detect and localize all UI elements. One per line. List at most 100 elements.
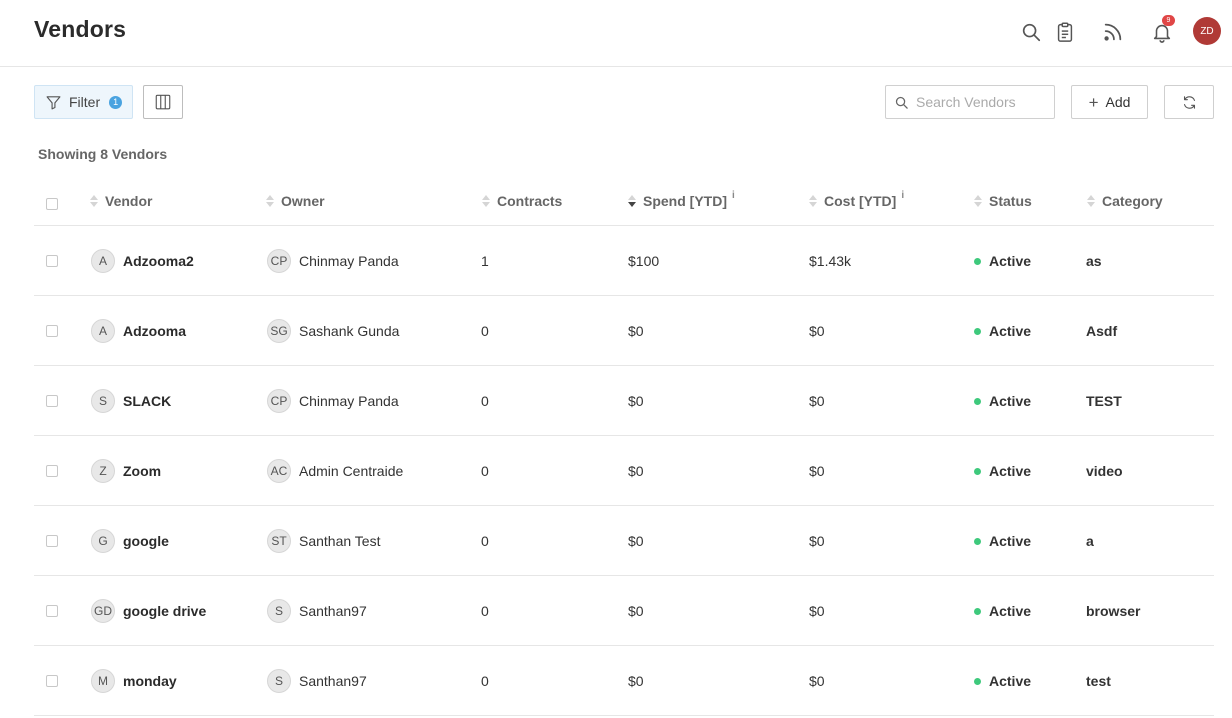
status-text: Active <box>989 323 1032 339</box>
clipboard-icon[interactable] <box>1050 17 1080 47</box>
vendor-cell: S SLACK <box>91 366 171 436</box>
column-header-category[interactable]: Category <box>1087 193 1163 209</box>
refresh-button[interactable] <box>1164 85 1214 119</box>
search-icon <box>895 96 908 109</box>
search-vendors-field[interactable] <box>885 85 1055 119</box>
column-header-spend[interactable]: Spend [YTD] i <box>628 190 735 209</box>
notification-badge: 9 <box>1162 15 1175 26</box>
status-cell: Active <box>974 436 1031 506</box>
plus-icon: + <box>1088 92 1099 112</box>
spend-cell: $0 <box>628 463 644 479</box>
info-icon[interactable]: i <box>732 190 735 201</box>
toolbar: Filter 1 + Add <box>34 85 1214 119</box>
row-checkbox[interactable] <box>46 675 58 687</box>
vendor-cell: M monday <box>91 646 177 716</box>
filter-button[interactable]: Filter 1 <box>34 85 133 119</box>
contracts-cell: 0 <box>481 603 489 619</box>
filter-label: Filter <box>69 94 101 110</box>
cost-cell: $0 <box>809 603 825 619</box>
row-checkbox[interactable] <box>46 395 58 407</box>
rss-icon[interactable] <box>1098 17 1128 47</box>
cost-cell: $0 <box>809 323 825 339</box>
owner-name: Santhan97 <box>299 603 367 619</box>
table-row[interactable]: A Adzooma2 CP Chinmay Panda 1 $100 $1.43… <box>34 226 1214 296</box>
sort-icon <box>266 195 274 207</box>
column-header-vendor[interactable]: Vendor <box>90 193 152 209</box>
table-row[interactable]: Z Zoom AC Admin Centraide 0 $0 $0 Active… <box>34 436 1214 506</box>
filter-count-badge: 1 <box>109 95 123 109</box>
vendor-cell: A Adzooma <box>91 296 186 366</box>
table-row[interactable]: GD google drive S Santhan97 0 $0 $0 Acti… <box>34 576 1214 646</box>
select-all-checkbox[interactable] <box>46 198 58 210</box>
row-checkbox[interactable] <box>46 535 58 547</box>
status-dot-icon <box>974 677 981 685</box>
owner-cell: CP Chinmay Panda <box>267 226 399 296</box>
row-checkbox[interactable] <box>46 465 58 477</box>
vendor-name-link[interactable]: Adzooma2 <box>123 253 194 269</box>
top-bar: Vendors 9 ZD <box>0 0 1232 67</box>
status-text: Active <box>989 253 1032 269</box>
cost-cell: $0 <box>809 393 825 409</box>
owner-avatar: S <box>267 599 291 623</box>
columns-button[interactable] <box>143 85 183 119</box>
vendor-name-link[interactable]: Adzooma <box>123 323 186 339</box>
status-text: Active <box>989 463 1032 479</box>
contracts-cell: 0 <box>481 533 489 549</box>
columns-icon <box>155 94 171 110</box>
spend-cell: $0 <box>628 323 644 339</box>
vendor-cell: GD google drive <box>91 576 206 646</box>
spend-cell: $0 <box>628 393 644 409</box>
vendor-avatar: M <box>91 669 115 693</box>
spend-cell: $100 <box>628 253 660 269</box>
table-row[interactable]: M monday S Santhan97 0 $0 $0 Active test <box>34 646 1214 716</box>
status-cell: Active <box>974 366 1031 436</box>
status-cell: Active <box>974 646 1031 716</box>
category-cell: Asdf <box>1086 323 1118 339</box>
search-vendors-input[interactable] <box>916 94 1046 110</box>
status-dot-icon <box>974 537 981 545</box>
refresh-icon <box>1183 95 1195 109</box>
status-text: Active <box>989 393 1032 409</box>
vendor-avatar: S <box>91 389 115 413</box>
sort-icon <box>482 195 490 207</box>
contracts-cell: 0 <box>481 673 489 689</box>
status-cell: Active <box>974 226 1031 296</box>
vendor-name-link[interactable]: monday <box>123 673 177 689</box>
column-header-status[interactable]: Status <box>974 193 1032 209</box>
row-checkbox[interactable] <box>46 325 58 337</box>
contracts-cell: 0 <box>481 393 489 409</box>
cost-cell: $0 <box>809 463 825 479</box>
owner-avatar: CP <box>267 389 291 413</box>
status-dot-icon <box>974 397 981 405</box>
column-header-cost[interactable]: Cost [YTD] i <box>809 190 904 209</box>
status-cell: Active <box>974 576 1031 646</box>
owner-cell: AC Admin Centraide <box>267 436 403 506</box>
vendor-cell: Z Zoom <box>91 436 161 506</box>
bell-icon[interactable]: 9 <box>1147 15 1177 47</box>
table-body: A Adzooma2 CP Chinmay Panda 1 $100 $1.43… <box>34 226 1214 716</box>
owner-name: Santhan97 <box>299 673 367 689</box>
vendor-name-link[interactable]: SLACK <box>123 393 171 409</box>
vendor-name-link[interactable]: Zoom <box>123 463 161 479</box>
category-cell: a <box>1086 533 1094 549</box>
status-dot-icon <box>974 257 981 265</box>
search-icon[interactable] <box>1016 17 1046 47</box>
vendor-name-link[interactable]: google drive <box>123 603 206 619</box>
spend-cell: $0 <box>628 533 644 549</box>
user-avatar[interactable]: ZD <box>1193 17 1221 45</box>
vendor-name-link[interactable]: google <box>123 533 169 549</box>
vendors-table: Vendor Owner Contracts Spend [YTD] i Cos… <box>34 178 1214 716</box>
row-checkbox[interactable] <box>46 255 58 267</box>
info-icon[interactable]: i <box>901 190 904 201</box>
owner-name: Admin Centraide <box>299 463 404 479</box>
table-row[interactable]: A Adzooma SG Sashank Gunda 0 $0 $0 Activ… <box>34 296 1214 366</box>
table-row[interactable]: S SLACK CP Chinmay Panda 0 $0 $0 Active … <box>34 366 1214 436</box>
add-label: Add <box>1105 94 1131 110</box>
vendor-avatar: Z <box>91 459 115 483</box>
column-header-contracts[interactable]: Contracts <box>482 193 562 209</box>
row-checkbox[interactable] <box>46 605 58 617</box>
table-row[interactable]: G google ST Santhan Test 0 $0 $0 Active … <box>34 506 1214 576</box>
add-button[interactable]: + Add <box>1071 85 1148 119</box>
cost-cell: $0 <box>809 673 825 689</box>
column-header-owner[interactable]: Owner <box>266 193 325 209</box>
